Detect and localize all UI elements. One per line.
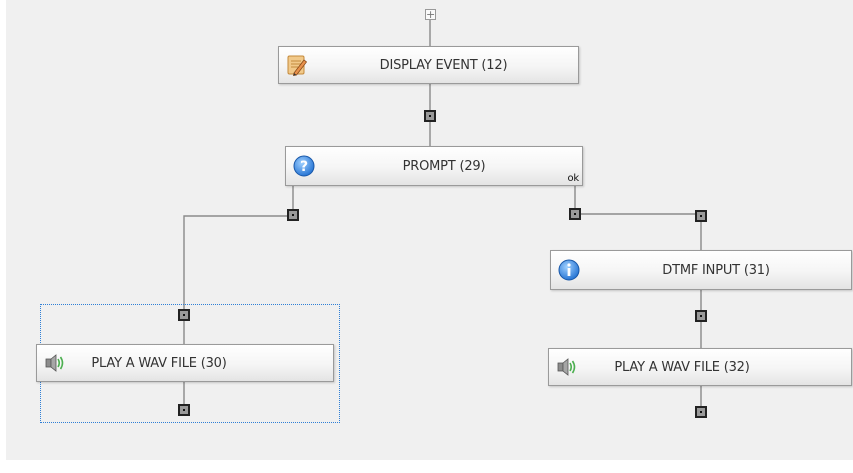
node-dtmf-input[interactable]: DTMF INPUT (31) <box>550 250 852 290</box>
connection-port[interactable] <box>695 310 707 322</box>
connection-port[interactable] <box>424 110 436 122</box>
connection-port[interactable] <box>287 209 299 221</box>
info-icon <box>558 259 580 281</box>
node-label: DISPLAY EVENT (12) <box>379 57 508 73</box>
connection-port-ok[interactable] <box>569 208 581 220</box>
node-label: PROMPT (29) <box>402 158 486 174</box>
notepad-pencil-icon <box>286 54 308 76</box>
node-label: PLAY A WAV FILE (30) <box>91 355 227 371</box>
node-label: PLAY A WAV FILE (32) <box>614 359 750 375</box>
connection-port[interactable] <box>695 406 707 418</box>
node-label: DTMF INPUT (31) <box>662 262 770 278</box>
wire-left-branch <box>183 215 293 310</box>
expand-toggle-icon[interactable]: + <box>425 9 436 20</box>
ok-branch-label: ok <box>567 173 579 184</box>
flow-canvas[interactable]: + DISPLAY EVENT (12) ? PROMPT (29) ok DT… <box>6 0 853 460</box>
node-prompt[interactable]: ? PROMPT (29) ok <box>285 146 583 186</box>
node-play-wav-file-32[interactable]: PLAY A WAV FILE (32) <box>548 348 852 386</box>
connection-port[interactable] <box>695 210 707 222</box>
connection-port[interactable] <box>178 404 190 416</box>
node-display-event[interactable]: DISPLAY EVENT (12) <box>278 46 579 84</box>
node-play-wav-file-30[interactable]: PLAY A WAV FILE (30) <box>36 344 334 382</box>
